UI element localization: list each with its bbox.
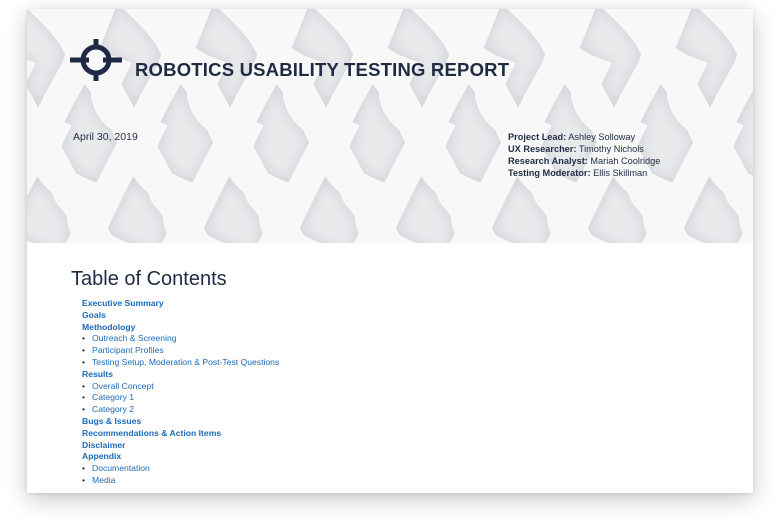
toc-link-label: Bugs & Issues <box>82 415 142 426</box>
toc-link-label: Outreach & Screening <box>92 333 177 344</box>
toc-list: Executive Summary Goals Methodology • Out… <box>82 298 279 487</box>
credit-line: Research Analyst: Mariah Coolridge <box>508 155 660 167</box>
toc-link-category-2[interactable]: • Category 2 <box>82 404 279 416</box>
toc-link-documentation[interactable]: • Documentation <box>82 463 279 475</box>
toc-link-label: Category 2 <box>92 404 135 415</box>
report-date: April 30, 2019 <box>73 131 138 143</box>
toc-link-label: Participant Profiles <box>92 345 164 356</box>
toc-link-goals[interactable]: Goals <box>82 310 279 322</box>
toc-link-label: Appendix <box>82 451 122 462</box>
bullet-icon: • <box>82 474 86 485</box>
toc-link-label: Methodology <box>82 321 136 332</box>
toc-link-category-1[interactable]: • Category 1 <box>82 392 279 404</box>
bullet-icon: • <box>82 345 86 356</box>
toc-link-label: Testing Setup, Moderation & Post-Test Qu… <box>92 356 280 367</box>
toc-link-results[interactable]: Results <box>82 369 279 381</box>
bullet-icon: • <box>82 463 86 474</box>
bullet-icon: • <box>82 333 86 344</box>
credit-line: Project Lead: Ashley Solloway <box>508 131 660 143</box>
report-page: ROBOTICS USABILITY TESTING REPORT April … <box>27 9 753 493</box>
credit-name: Timothy Nichols <box>578 144 644 154</box>
toc-link-recommendations[interactable]: Recommendations & Action Items <box>82 428 279 440</box>
toc-link-label: Category 1 <box>92 392 135 403</box>
lattice-background-image <box>27 9 753 243</box>
toc-link-appendix[interactable]: Appendix <box>82 451 279 463</box>
toc-link-label: Disclaimer <box>82 439 126 450</box>
credit-label: Project Lead: <box>508 132 567 142</box>
toc-link-testing-setup[interactable]: • Testing Setup, Moderation & Post-Test Q… <box>82 357 279 369</box>
toc-link-label: Recommendations & Action Items <box>82 427 222 438</box>
credit-name: Ashley Solloway <box>568 132 636 142</box>
toc-link-media[interactable]: • Media <box>82 475 279 487</box>
credit-line: UX Researcher: Timothy Nichols <box>508 143 660 155</box>
credit-name: Mariah Coolridge <box>590 156 661 166</box>
toc-link-bugs-issues[interactable]: Bugs & Issues <box>82 416 279 428</box>
toc-link-label: Documentation <box>92 463 150 474</box>
bullet-icon: • <box>82 392 86 403</box>
toc-link-executive-summary[interactable]: Executive Summary <box>82 298 279 310</box>
credit-name: Ellis Skillman <box>593 168 648 178</box>
team-credits: Project Lead: Ashley Solloway UX Researc… <box>508 131 660 179</box>
toc-link-overall-concept[interactable]: • Overall Concept <box>82 381 279 393</box>
credit-label: Research Analyst: <box>508 156 588 166</box>
toc-link-methodology[interactable]: Methodology <box>82 322 279 334</box>
report-title: ROBOTICS USABILITY TESTING REPORT <box>135 59 510 80</box>
credit-label: Testing Moderator: <box>508 168 591 178</box>
cover-banner: ROBOTICS USABILITY TESTING REPORT April … <box>27 9 753 243</box>
toc-link-disclaimer[interactable]: Disclaimer <box>82 440 279 452</box>
crosshair-circle-logo-icon <box>70 39 122 81</box>
toc-link-label: Results <box>82 368 114 379</box>
toc-link-outreach-screening[interactable]: • Outreach & Screening <box>82 333 279 345</box>
toc-heading: Table of Contents <box>71 268 227 290</box>
toc-link-label: Overall Concept <box>92 380 154 391</box>
toc-link-label: Goals <box>82 309 106 320</box>
bullet-icon: • <box>82 356 86 367</box>
bullet-icon: • <box>82 380 86 391</box>
toc-link-label: Executive Summary <box>82 298 164 308</box>
toc-link-label: Media <box>92 474 116 485</box>
credit-label: UX Researcher: <box>508 144 577 154</box>
credit-line: Testing Moderator: Ellis Skillman <box>508 167 660 179</box>
bullet-icon: • <box>82 404 86 415</box>
toc-link-participant-profiles[interactable]: • Participant Profiles <box>82 345 279 357</box>
